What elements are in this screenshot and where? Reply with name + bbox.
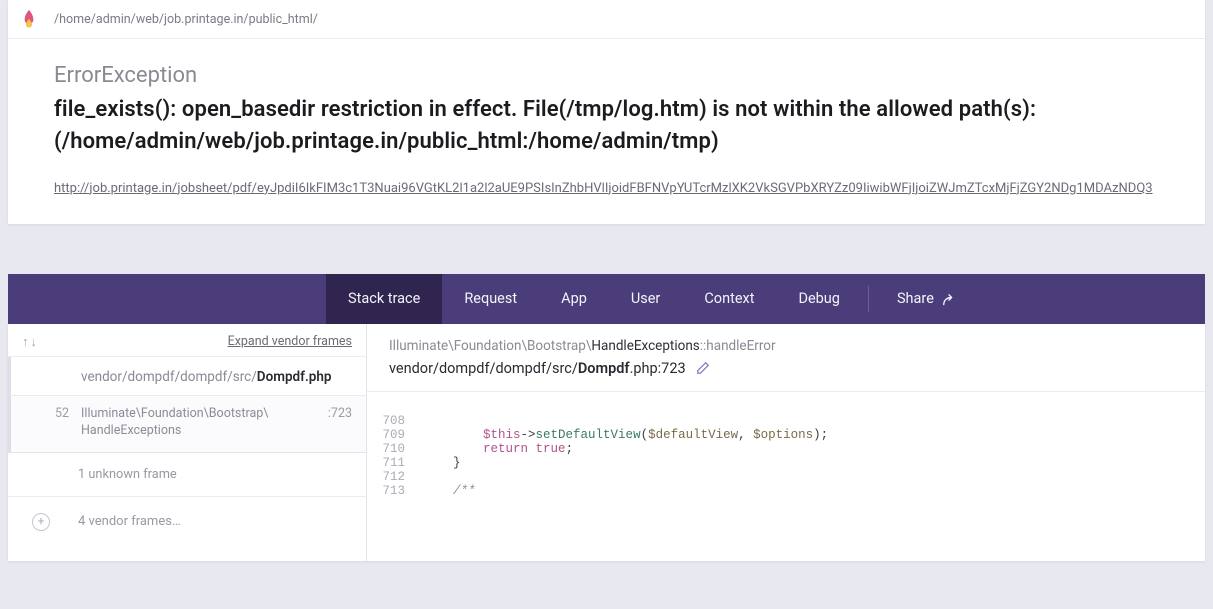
stack-frame-file: vendor/dompdf/dompdf/src/Dompdf.php: [8, 357, 366, 396]
nav-share-label: Share: [897, 290, 934, 307]
pencil-icon[interactable]: [696, 361, 710, 375]
plus-icon: +: [32, 513, 50, 531]
stack-frame-line: :723: [328, 406, 352, 440]
stack-header: ↑ ↓ Expand vendor frames: [8, 324, 366, 357]
code-line: 709 $this->setDefaultView($defaultView, …: [367, 428, 1205, 442]
expand-vendor-frames[interactable]: Expand vendor frames: [228, 334, 352, 349]
code-column: Illuminate\Foundation\Bootstrap\HandleEx…: [367, 324, 1205, 561]
exception-type: ErrorException: [54, 63, 1159, 88]
stack-frame[interactable]: vendor/dompdf/dompdf/src/Dompdf.php 52 I…: [8, 357, 366, 453]
stack-vendor-frames-label: 4 vendor frames…: [78, 514, 181, 529]
share-icon: [942, 293, 956, 305]
stack-frames-column: ↑ ↓ Expand vendor frames vendor/dompdf/d…: [8, 324, 367, 561]
stack-frame-class: 52 Illuminate\Foundation\Bootstrap\Handl…: [8, 396, 366, 452]
nav-share[interactable]: Share: [875, 274, 978, 324]
exception-url[interactable]: http://job.printage.in/jobsheet/pdf/eyJp…: [54, 181, 1153, 196]
code-line: 710 return true;: [367, 442, 1205, 456]
code-line: 712: [367, 470, 1205, 484]
code-line: 708: [367, 414, 1205, 428]
app-path-bar: /home/admin/web/job.printage.in/public_h…: [8, 0, 1205, 39]
nav-debug[interactable]: Debug: [776, 274, 861, 324]
code-line: 711 }: [367, 456, 1205, 470]
code-class-path: Illuminate\Foundation\Bootstrap\HandleEx…: [367, 324, 1205, 358]
exception-block: ErrorException file_exists(): open_based…: [8, 39, 1205, 224]
exception-message: file_exists(): open_basedir restriction …: [54, 94, 1159, 158]
code-line: 713 /**: [367, 484, 1205, 498]
section-nav: Stack trace Request App User Context Deb…: [8, 274, 1205, 324]
nav-context[interactable]: Context: [682, 274, 776, 324]
nav-separator: [868, 286, 869, 312]
nav-stack-trace[interactable]: Stack trace: [326, 274, 442, 324]
stack-vendor-frames[interactable]: + 4 vendor frames…: [8, 497, 366, 545]
nav-app[interactable]: App: [539, 274, 609, 324]
stack-nav-arrows: ↑ ↓: [22, 334, 37, 350]
app-path-text: /home/admin/web/job.printage.in/public_h…: [54, 12, 318, 27]
nav-request[interactable]: Request: [442, 274, 539, 324]
code-body: 708 709 $this->setDefaultView($defaultVi…: [367, 392, 1205, 561]
stack-up-icon[interactable]: ↑: [22, 334, 29, 350]
nav-user[interactable]: User: [609, 274, 683, 324]
stack-unknown-frame[interactable]: 1 unknown frame: [8, 453, 366, 497]
stack-frame-number: 52: [25, 406, 69, 440]
ignition-logo-icon: [22, 10, 36, 28]
stack-down-icon[interactable]: ↓: [31, 334, 38, 350]
stack-trace-panel: ↑ ↓ Expand vendor frames vendor/dompdf/d…: [8, 324, 1205, 561]
exception-card: /home/admin/web/job.printage.in/public_h…: [8, 0, 1205, 224]
stack-frame-classname: Illuminate\Foundation\Bootstrap\HandleEx…: [81, 406, 328, 440]
code-file-path: vendor/dompdf/dompdf/src/Dompdf.php:723: [367, 358, 1205, 392]
